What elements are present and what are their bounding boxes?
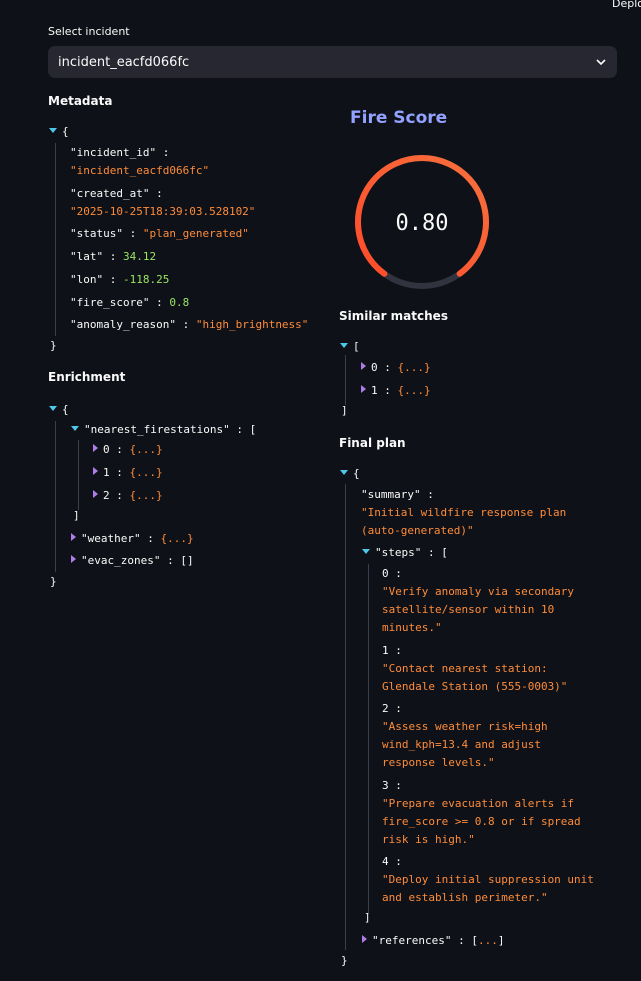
- fire-score-json-value: 0.8: [169, 296, 190, 309]
- step-text: wind_kph=13.4 and adjust: [382, 738, 541, 751]
- collapsed-toggle-icon[interactable]: [93, 467, 98, 475]
- select-incident-label: Select incident: [48, 25, 130, 38]
- collapsed-toggle-icon[interactable]: [93, 490, 98, 498]
- expand-toggle-icon[interactable]: [49, 128, 57, 133]
- step-text: minutes.": [382, 621, 442, 634]
- references-item[interactable]: "references" : [...]: [362, 934, 504, 947]
- lon-value: -118.25: [123, 273, 170, 286]
- step-text: risk is high.": [382, 833, 475, 846]
- final-plan-heading: Final plan: [339, 436, 406, 450]
- summary-value: (auto-generated)": [361, 524, 474, 537]
- collapsed-toggle-icon[interactable]: [93, 444, 98, 452]
- similar-match-item[interactable]: 0 : {...}: [361, 361, 431, 374]
- deploy-button[interactable]: Deploy: [612, 0, 641, 10]
- collapsed-toggle-icon[interactable]: [362, 935, 367, 943]
- status-value: "plan_generated": [142, 227, 249, 240]
- step-text: "Deploy initial suppression unit: [382, 873, 594, 886]
- weather-item[interactable]: "weather" : {...}: [71, 532, 194, 545]
- step-text: Glendale Station (555-0003)": [382, 680, 568, 693]
- similar-matches-heading: Similar matches: [339, 309, 448, 323]
- step-text: "Prepare evacuation alerts if: [382, 797, 575, 810]
- evac-zones-item[interactable]: "evac_zones" : []: [71, 554, 194, 567]
- firestation-item[interactable]: 0 : {...}: [93, 443, 163, 456]
- expand-toggle-icon[interactable]: [340, 343, 348, 348]
- expand-toggle-icon[interactable]: [49, 406, 57, 411]
- collapsed-toggle-icon[interactable]: [361, 385, 366, 393]
- expand-toggle-icon[interactable]: [71, 426, 79, 431]
- chevron-down-icon: [596, 59, 606, 66]
- collapsed-toggle-icon[interactable]: [361, 362, 366, 370]
- similar-match-item[interactable]: 1 : {...}: [361, 384, 431, 397]
- firestation-item[interactable]: 1 : {...}: [93, 466, 163, 479]
- fire-score-title: Fire Score: [350, 108, 448, 128]
- step-text: "Assess weather risk=high: [382, 720, 548, 733]
- collapsed-toggle-icon[interactable]: [71, 555, 76, 563]
- step-text: "Contact nearest station:: [382, 662, 548, 675]
- collapsed-toggle-icon[interactable]: [71, 533, 76, 541]
- firestation-item[interactable]: 2 : {...}: [93, 489, 163, 502]
- expand-toggle-icon[interactable]: [362, 549, 370, 554]
- incident-select-value: incident_eacfd066fc: [58, 54, 190, 70]
- fire-score-gauge: 0.80: [355, 155, 489, 289]
- summary-value: "Initial wildfire response plan: [361, 506, 567, 519]
- enrichment-heading: Enrichment: [48, 370, 126, 384]
- step-text: "Verify anomaly via secondary: [382, 585, 575, 598]
- created-at-value: "2025-10-25T18:39:03.528102": [70, 205, 256, 218]
- lat-value: 34.12: [123, 250, 157, 263]
- incident-select[interactable]: incident_eacfd066fc: [48, 46, 617, 78]
- step-text: and establish perimeter.": [382, 891, 548, 904]
- step-text: response levels.": [382, 756, 495, 769]
- anomaly-reason-value: "high_brightness": [195, 318, 309, 331]
- expand-toggle-icon[interactable]: [340, 470, 348, 475]
- incident-id-value: "incident_eacfd066fc": [70, 164, 210, 177]
- step-text: satellite/sensor within 10: [382, 603, 555, 616]
- step-text: fire_score >= 0.8 or if spread: [382, 815, 581, 828]
- fire-score-value: 0.80: [396, 211, 449, 236]
- metadata-heading: Metadata: [48, 94, 113, 108]
